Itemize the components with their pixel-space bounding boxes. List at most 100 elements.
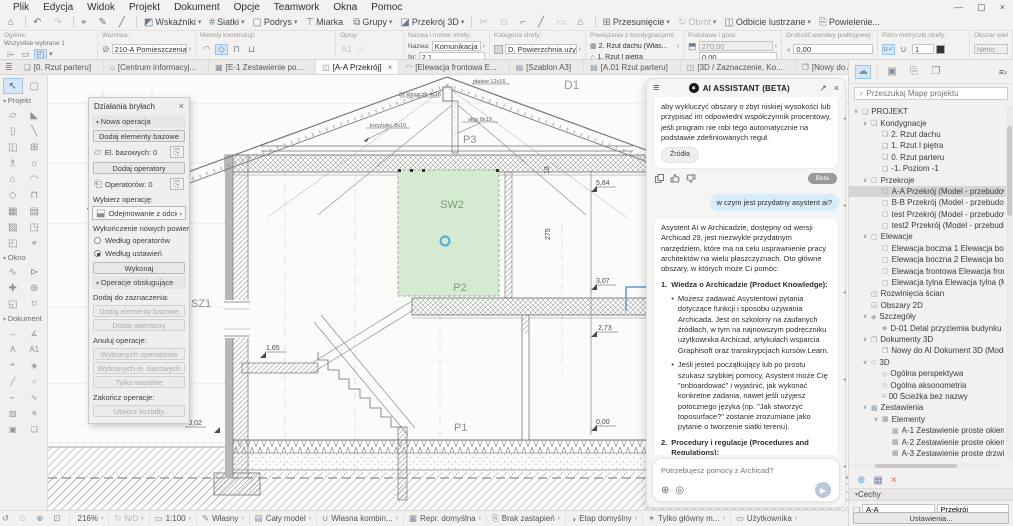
- orientation[interactable]: ↻ N/D ›: [108, 512, 148, 525]
- radio-by-operators[interactable]: Według operatorów: [89, 234, 189, 247]
- detail-tool[interactable]: ◱: [3, 296, 23, 312]
- document-tab[interactable]: ▦ [E-1 Zestawienie po...: [209, 60, 317, 74]
- camera-tool[interactable]: ⌑: [24, 296, 44, 312]
- toolbar-button[interactable]: [135, 16, 137, 28]
- stair-tool[interactable]: ⊓: [24, 187, 44, 203]
- circle-tool[interactable]: ○: [24, 373, 44, 389]
- graphic-override[interactable]: ⎘ Brak zastąpień ›: [485, 512, 565, 525]
- zone-number-input[interactable]: 2.1: [418, 52, 485, 59]
- tree-chevron-icon[interactable]: ∨: [862, 359, 868, 366]
- show-base-elements-icon[interactable]: ⎘: [170, 146, 184, 158]
- label-tool[interactable]: A1: [24, 341, 44, 357]
- pen-icon[interactable]: ∪: [897, 44, 910, 55]
- top-link-select[interactable]: 2. Rzut dachu (Włas...: [599, 43, 675, 50]
- toolbar-button[interactable]: ⌖: [77, 15, 95, 30]
- tree-item[interactable]: ∨ ❏ PROJEKT: [849, 106, 1006, 117]
- document-tab[interactable]: ❐[Nowy do AI Dokum...: [796, 60, 848, 74]
- menu-item[interactable]: Widok: [80, 2, 122, 13]
- search-input[interactable]: [866, 89, 1003, 98]
- toolbar-button[interactable]: ⎘ Powielenie...: [815, 15, 886, 30]
- tree-item[interactable]: ◱ Obszary 2D: [849, 300, 1006, 311]
- menu-item[interactable]: Edycja: [36, 2, 80, 13]
- interior-elevation-tool[interactable]: ✚: [3, 280, 23, 296]
- toolbox-section-okno[interactable]: Okno: [0, 251, 47, 264]
- beam-tool[interactable]: ╲: [24, 123, 44, 139]
- tree-item[interactable]: ◫ Rozwinięcia ścian: [849, 288, 1006, 299]
- selected-zone[interactable]: [397, 169, 500, 297]
- detail-marker-tool[interactable]: ◈: [24, 357, 44, 373]
- pen-set[interactable]: ✎ Własny ›: [195, 512, 249, 525]
- mesh-tool[interactable]: ▨: [3, 219, 23, 235]
- toolbar-button[interactable]: ↻ Obrót ▾: [674, 15, 720, 30]
- section-helper-operations[interactable]: Operacje obsługujące: [92, 276, 186, 289]
- more-arrow-icon[interactable]: ▾: [49, 50, 53, 58]
- door-tool[interactable]: ◫: [3, 139, 23, 155]
- attach-icon[interactable]: ⊕: [661, 485, 669, 496]
- toolbar-button[interactable]: ╱: [115, 15, 133, 30]
- window-tool[interactable]: ⊞: [24, 139, 44, 155]
- label-a1-icon[interactable]: A1: [340, 44, 353, 55]
- angle-dimension-tool[interactable]: ∡: [24, 325, 44, 341]
- section-tool[interactable]: ∿: [3, 264, 23, 280]
- menu-item[interactable]: Opcje: [227, 2, 267, 13]
- toolbar-button[interactable]: ✎: [94, 15, 114, 30]
- menu-item[interactable]: Pomoc: [364, 2, 409, 13]
- toolbar-button[interactable]: # Siatki ▾: [205, 15, 248, 30]
- construction-method-4-icon[interactable]: ⊔: [245, 44, 258, 55]
- send-button[interactable]: ▶: [815, 482, 831, 498]
- object-tool[interactable]: ♗: [3, 155, 23, 171]
- tree-item[interactable]: ∨ ❏ Kondygnacje: [849, 117, 1006, 128]
- toolbar-button[interactable]: ⊙: [496, 15, 516, 30]
- tree-item[interactable]: ▢test2 Przekrój (Model - przebudowanie a…: [849, 220, 1006, 231]
- toolbar-button[interactable]: ╱: [534, 15, 552, 30]
- execute-button[interactable]: Wykonaj: [93, 262, 185, 274]
- text-tool[interactable]: A: [3, 341, 23, 357]
- copy-icon[interactable]: [655, 174, 664, 184]
- document-tab[interactable]: ❏ [0. Rzut parteru]: [18, 60, 105, 74]
- floor-thickness-input[interactable]: 0,00: [793, 44, 873, 54]
- model-view[interactable]: ▦ Repr. domyślna ›: [403, 512, 486, 525]
- maximize-button[interactable]: ▢: [977, 2, 986, 13]
- tree-item[interactable]: ◇ Ogólna perspektywa: [849, 368, 1006, 379]
- curtain-wall-tool[interactable]: ▦: [3, 203, 23, 219]
- opening-tool[interactable]: ◳: [24, 219, 44, 235]
- chat-history[interactable]: aby wykluczyć obszary o zbyt niskiej wys…: [647, 97, 845, 455]
- wall-tool[interactable]: ▱: [3, 107, 23, 123]
- tree-item[interactable]: ∨ ◈ Szczegóły: [849, 311, 1006, 322]
- hamburger-icon[interactable]: ≡: [653, 82, 659, 94]
- operation-select[interactable]: ⬓Odejmowanie z odcięcie...›: [92, 206, 186, 220]
- tree-chevron-icon[interactable]: ∨: [862, 313, 868, 320]
- menu-item[interactable]: Projekt: [122, 2, 167, 13]
- web-search-icon[interactable]: ◎: [675, 485, 684, 496]
- tree-item[interactable]: ▢Elewacja boczna 2 Elewacja boczna 2 (Mo…: [849, 254, 1006, 265]
- toolbar-button[interactable]: ⧉ Grupy ▾: [349, 15, 396, 30]
- layer-select[interactable]: 210-A Pomieszczenia: [111, 44, 187, 54]
- pen-number-input[interactable]: 1: [912, 44, 934, 54]
- chat-input[interactable]: [661, 466, 831, 475]
- tree-item[interactable]: ◇ Ogólna aksonometria: [849, 379, 1006, 390]
- tree-item[interactable]: ▢Elewacja frontowa Elewacja frontowa (Mo: [849, 265, 1006, 276]
- document-tab[interactable]: ▤ [Szablon A3]: [510, 60, 585, 74]
- tab-overview-icon[interactable]: ≣: [0, 60, 18, 74]
- scale[interactable]: ▭ 1:100 ›: [148, 512, 196, 525]
- pen-color-chip[interactable]: [936, 44, 945, 54]
- toolbar-button[interactable]: ▢ Podrys ▾: [248, 15, 301, 30]
- tree-item[interactable]: ❏ 0. Rzut parteru: [849, 152, 1006, 163]
- zoom-level[interactable]: 216% ›: [68, 512, 109, 525]
- toolbar-button[interactable]: ↷: [49, 15, 69, 30]
- add-operators-button[interactable]: Dodaj operatory: [93, 162, 185, 174]
- tree-item[interactable]: ⌑ 00 Ścieżka bez nazwy: [849, 391, 1006, 402]
- tree-item[interactable]: ▢A-A Przekrój (Model - przebudowanie aut: [849, 185, 1006, 198]
- tree-item[interactable]: ❏ -1. Poziom -1: [849, 163, 1006, 174]
- toolbar-button[interactable]: [25, 16, 27, 28]
- arrow-tool[interactable]: ↖: [2, 78, 23, 94]
- zone-tool[interactable]: ◰: [3, 235, 23, 251]
- navigator-menu-icon[interactable]: ≡›: [999, 67, 1007, 77]
- railing-tool[interactable]: ▤: [24, 203, 44, 219]
- tree-item[interactable]: ◈D-01 Detal przyziemia budynku (Rysunek:…: [849, 322, 1006, 333]
- expand-icon[interactable]: ↗: [819, 83, 827, 94]
- image-tool[interactable]: ▣: [3, 421, 23, 437]
- toolbar-button[interactable]: ↶: [29, 15, 49, 30]
- base-offset-input[interactable]: 0,00: [699, 52, 777, 59]
- add-selected-operators-button[interactable]: Dodaj operatory: [93, 319, 185, 331]
